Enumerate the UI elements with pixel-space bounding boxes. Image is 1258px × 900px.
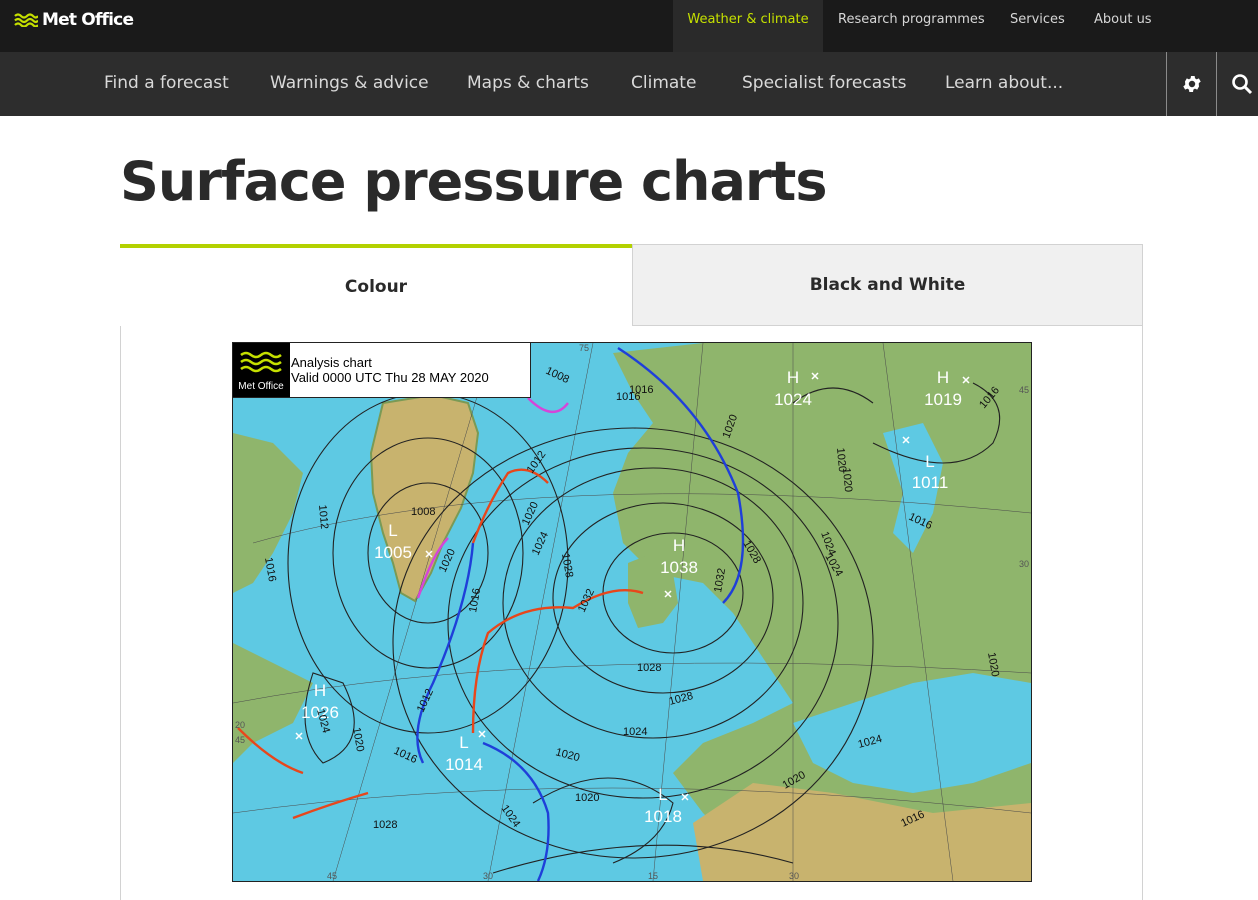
chart-logo-text: Met Office — [238, 381, 284, 392]
top-bar: Met Office Weather & climate Research pr… — [0, 0, 1258, 52]
gear-icon — [1182, 76, 1201, 92]
centre-type: H — [937, 368, 949, 387]
centre-type: H — [314, 681, 326, 700]
chart-info: Analysis chart Valid 0000 UTC Thu 28 MAY… — [291, 355, 489, 385]
utility-nav-label: Services — [1010, 12, 1065, 27]
grid-label: 45 — [235, 735, 245, 745]
utility-nav-label: Research programmes — [838, 12, 985, 27]
centre-value: 1005 — [374, 543, 412, 562]
grid-label: 45 — [327, 871, 337, 881]
nav-climate[interactable]: Climate — [631, 52, 696, 116]
met-office-waves-icon: Met Office — [238, 351, 284, 392]
met-office-logo[interactable]: Met Office — [14, 8, 134, 32]
grid-label: 30 — [483, 871, 493, 881]
tab-black-and-white[interactable]: Black and White — [632, 244, 1143, 326]
nav-learn-about[interactable]: Learn about... — [945, 52, 1063, 116]
centre-value: 1014 — [445, 755, 483, 774]
utility-nav-label: Weather & climate — [687, 12, 809, 27]
utility-nav-weather-climate[interactable]: Weather & climate — [673, 0, 823, 52]
isobar-label: 1020 — [834, 447, 848, 472]
utility-nav-services[interactable]: Services — [1010, 0, 1065, 52]
search-button[interactable] — [1216, 52, 1258, 116]
isobar-label: 1008 — [411, 506, 435, 518]
isobar-label: 1028 — [637, 662, 661, 674]
page-title: Surface pressure charts — [120, 150, 828, 213]
nav-specialist-forecasts[interactable]: Specialist forecasts — [742, 52, 907, 116]
tab-colour[interactable]: Colour — [120, 244, 632, 326]
isobar-label: 1024 — [623, 726, 647, 738]
chart-legend: Met Office Analysis chart Valid 0000 UTC… — [233, 343, 531, 398]
nav-find-forecast[interactable]: Find a forecast — [104, 52, 229, 116]
search-icon — [1231, 74, 1252, 95]
grid-label: 75 — [579, 343, 589, 353]
centre-value: 1019 — [924, 390, 962, 409]
centre-type: L — [388, 521, 397, 540]
centre-type: H — [787, 368, 799, 387]
grid-label: 45 — [1019, 385, 1029, 395]
brand-name: Met Office — [42, 10, 134, 30]
centre-value: 1038 — [660, 558, 698, 577]
centre-type: L — [658, 785, 667, 804]
grid-label: 30 — [1019, 559, 1029, 569]
centre-value: 1018 — [644, 807, 682, 826]
utility-nav-about[interactable]: About us — [1094, 0, 1152, 52]
utility-nav-research[interactable]: Research programmes — [838, 0, 985, 52]
met-office-waves-icon — [14, 13, 38, 27]
grid-label: 15 — [648, 871, 658, 881]
nav-maps-charts[interactable]: Maps & charts — [467, 52, 589, 116]
centre-value: 1011 — [912, 473, 949, 492]
isobar-label: 1028 — [373, 819, 397, 831]
isobar-label: 1020 — [575, 792, 599, 804]
centre-value: 1024 — [774, 390, 812, 409]
grid-label: 30 — [789, 871, 799, 881]
chart-valid-time: Valid 0000 UTC Thu 28 MAY 2020 — [291, 370, 489, 385]
centre-type: H — [673, 536, 685, 555]
centre-type: L — [459, 733, 468, 752]
chart-met-office-logo: Met Office — [233, 343, 290, 397]
utility-nav-label: About us — [1094, 12, 1152, 27]
nav-warnings-advice[interactable]: Warnings & advice — [270, 52, 429, 116]
isobar-label: 1016 — [629, 384, 653, 396]
grid-label: 20 — [235, 720, 245, 730]
chart-map-svg: H 1024 H 1019 L 1011 L 1005 H 1038 H 102… — [233, 343, 1031, 881]
main-nav: Find a forecast Warnings & advice Maps &… — [0, 52, 1258, 116]
settings-button[interactable] — [1166, 52, 1216, 116]
surface-pressure-chart[interactable]: H 1024 H 1019 L 1011 L 1005 H 1038 H 102… — [232, 342, 1032, 882]
chart-type-label: Analysis chart — [291, 355, 372, 370]
isobar-label: 1012 — [316, 504, 330, 529]
centre-type: L — [925, 452, 934, 471]
